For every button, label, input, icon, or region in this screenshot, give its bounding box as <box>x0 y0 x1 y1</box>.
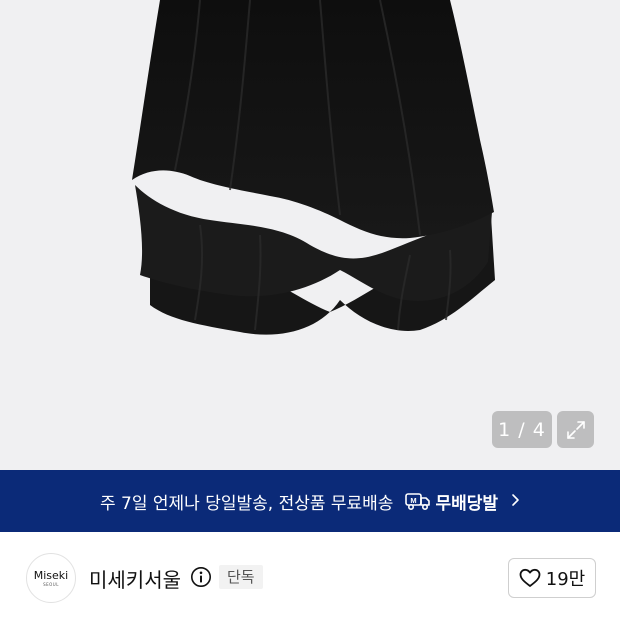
seller-logo-subtext: SEOUL <box>43 581 59 587</box>
promo-text: 주 7일 언제나 당일발송, 전상품 무료배송 <box>99 493 394 514</box>
seller-bar: Miseki SEOUL 미세키서울 단독 19만 <box>0 532 620 620</box>
expand-image-button[interactable] <box>557 411 594 448</box>
skirt-photo <box>132 0 495 335</box>
delivery-truck-icon: M <box>405 493 431 511</box>
heart-outline-icon <box>519 568 541 587</box>
like-button[interactable]: 19만 <box>508 558 596 598</box>
expand-arrows-icon <box>566 420 585 439</box>
like-count: 19만 <box>545 569 586 590</box>
info-icon[interactable] <box>190 566 212 588</box>
free-shipping-label: 무배당발 <box>435 493 499 514</box>
free-shipping-link[interactable]: M 무배당발 <box>405 489 498 514</box>
promo-banner[interactable]: 주 7일 언제나 당일발송, 전상품 무료배송 M 무배당발 <box>0 470 620 532</box>
product-image[interactable]: 1 / 4 <box>0 0 620 470</box>
exclusive-badge: 단독 <box>219 565 263 589</box>
seller-logo-text: Miseki <box>33 568 69 582</box>
image-counter: 1 / 4 <box>492 411 552 448</box>
chevron-right-icon <box>510 492 520 511</box>
seller-logo[interactable]: Miseki SEOUL <box>26 553 76 603</box>
image-counter-text: 1 / 4 <box>498 418 546 441</box>
seller-name[interactable]: 미세키서울 <box>89 564 181 593</box>
truck-badge-letter: M <box>411 496 417 505</box>
